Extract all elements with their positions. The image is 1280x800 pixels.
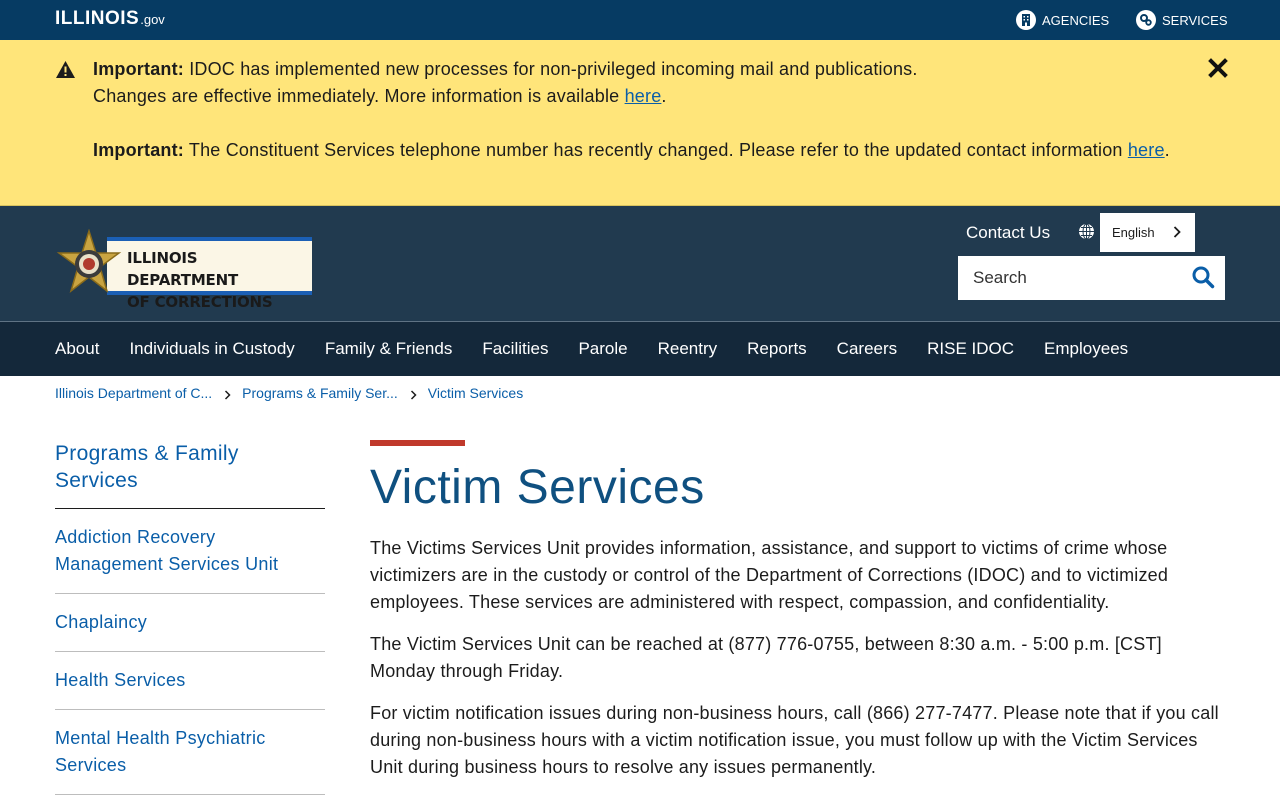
page-title: Victim Services bbox=[370, 461, 705, 514]
illinois-gov-bar: ILLINOIS.gov AGENCIES SERVICES bbox=[0, 0, 1280, 40]
contact-paragraph: The Victim Services Unit can be reached … bbox=[370, 634, 1162, 681]
sidebar-nav: Programs & Family Services Addiction Rec… bbox=[55, 440, 325, 795]
globe-icon bbox=[1079, 223, 1094, 240]
intro-paragraph: The Victims Services Unit provides infor… bbox=[370, 538, 1169, 612]
nav-item-parole[interactable]: Parole bbox=[578, 339, 627, 359]
sidebar-item-health-services[interactable]: Health Services bbox=[55, 652, 325, 710]
breadcrumb: Illinois Department of C... Programs & F… bbox=[55, 383, 523, 403]
logo-text-line-2: OF CORRECTIONS bbox=[127, 293, 273, 311]
sidebar-item-addiction-recovery[interactable]: Addiction Recovery Management Services U… bbox=[55, 509, 325, 594]
title-accent-bar bbox=[370, 440, 465, 446]
nav-item-employees[interactable]: Employees bbox=[1044, 339, 1128, 359]
alert-important-label-2: Important: bbox=[93, 140, 184, 160]
chevron-right-icon bbox=[410, 390, 417, 400]
logo-text: ILLINOIS DEPARTMENT OF CORRECTIONS bbox=[127, 247, 312, 313]
logo-text-line-1: ILLINOIS DEPARTMENT bbox=[127, 249, 238, 289]
after-hours-paragraph: For victim notification issues during no… bbox=[370, 703, 1219, 777]
services-label: SERVICES bbox=[1162, 12, 1228, 28]
agencies-link[interactable]: AGENCIES bbox=[1016, 10, 1109, 30]
alert-line-1: Important: IDOC has implemented new proc… bbox=[93, 56, 1233, 83]
alert-line-2-end: . bbox=[661, 86, 667, 106]
nav-item-reports[interactable]: Reports bbox=[747, 339, 807, 359]
sidebar-item-mental-health[interactable]: Mental Health Psychiatric Services bbox=[55, 710, 325, 795]
nav-item-facilities[interactable]: Facilities bbox=[482, 339, 548, 359]
alert-line-3: Important: The Constituent Services tele… bbox=[93, 137, 1233, 164]
nav-item-about[interactable]: About bbox=[55, 339, 99, 359]
building-icon bbox=[1016, 10, 1036, 30]
nav-item-rise-idoc[interactable]: RISE IDOC bbox=[927, 339, 1014, 359]
services-link[interactable]: SERVICES bbox=[1136, 10, 1228, 30]
breadcrumb-idoc-home[interactable]: Illinois Department of C... bbox=[55, 385, 212, 401]
contact-us-link[interactable]: Contact Us bbox=[966, 223, 1050, 243]
alert-line-3-end: . bbox=[1164, 140, 1170, 160]
mail-info-link[interactable]: here bbox=[625, 86, 662, 106]
illinois-logo-main: ILLINOIS bbox=[55, 8, 140, 29]
agencies-label: AGENCIES bbox=[1042, 12, 1110, 28]
nav-item-reentry[interactable]: Reentry bbox=[658, 339, 718, 359]
alert-message: Important: IDOC has implemented new proc… bbox=[93, 56, 1233, 164]
search-box bbox=[958, 256, 1225, 300]
alert-banner: Important: IDOC has implemented new proc… bbox=[0, 40, 1280, 206]
chevron-right-icon bbox=[225, 390, 231, 400]
main-content: Victim Services The Victims Services Uni… bbox=[370, 440, 1230, 796]
sidebar-heading[interactable]: Programs & Family Services bbox=[55, 440, 325, 509]
alert-important-label: Important: bbox=[93, 59, 184, 79]
illinois-logo-suffix: .gov bbox=[140, 12, 165, 27]
nav-item-individuals-in-custody[interactable]: Individuals in Custody bbox=[129, 339, 294, 359]
alert-line-2: Changes are effective immediately. More … bbox=[93, 83, 1233, 110]
main-navigation: About Individuals in Custody Family & Fr… bbox=[0, 321, 1280, 376]
idoc-logo[interactable]: ILLINOIS DEPARTMENT OF CORRECTIONS bbox=[55, 229, 313, 311]
search-icon[interactable] bbox=[1191, 265, 1215, 289]
alert-line-2-text: Changes are effective immediately. More … bbox=[93, 86, 625, 106]
gear-icon bbox=[1136, 10, 1156, 30]
alert-line-3-text: The Constituent Services telephone numbe… bbox=[184, 140, 1128, 160]
contact-info-link[interactable]: here bbox=[1128, 140, 1165, 160]
nav-item-careers[interactable]: Careers bbox=[837, 339, 897, 359]
breadcrumb-programs[interactable]: Programs & Family Ser... bbox=[242, 385, 398, 401]
logo-banner: ILLINOIS DEPARTMENT OF CORRECTIONS bbox=[107, 237, 312, 311]
main-nav-items: About Individuals in Custody Family & Fr… bbox=[55, 322, 1158, 376]
warning-icon bbox=[56, 61, 75, 78]
alert-line-1-text: IDOC has implemented new processes for n… bbox=[184, 59, 918, 79]
sidebar-item-chaplaincy[interactable]: Chaplaincy bbox=[55, 594, 325, 652]
illinois-gov-logo[interactable]: ILLINOIS.gov bbox=[55, 8, 165, 30]
alert-spacer bbox=[93, 110, 1233, 137]
nav-item-family-friends[interactable]: Family & Friends bbox=[325, 339, 453, 359]
language-select-value: English bbox=[1112, 225, 1155, 240]
search-input[interactable] bbox=[958, 256, 1183, 300]
chevron-right-icon bbox=[1173, 226, 1181, 238]
language-select[interactable]: English bbox=[1100, 213, 1195, 252]
badge-star-icon bbox=[56, 229, 122, 294]
breadcrumb-current: Victim Services bbox=[427, 385, 524, 401]
